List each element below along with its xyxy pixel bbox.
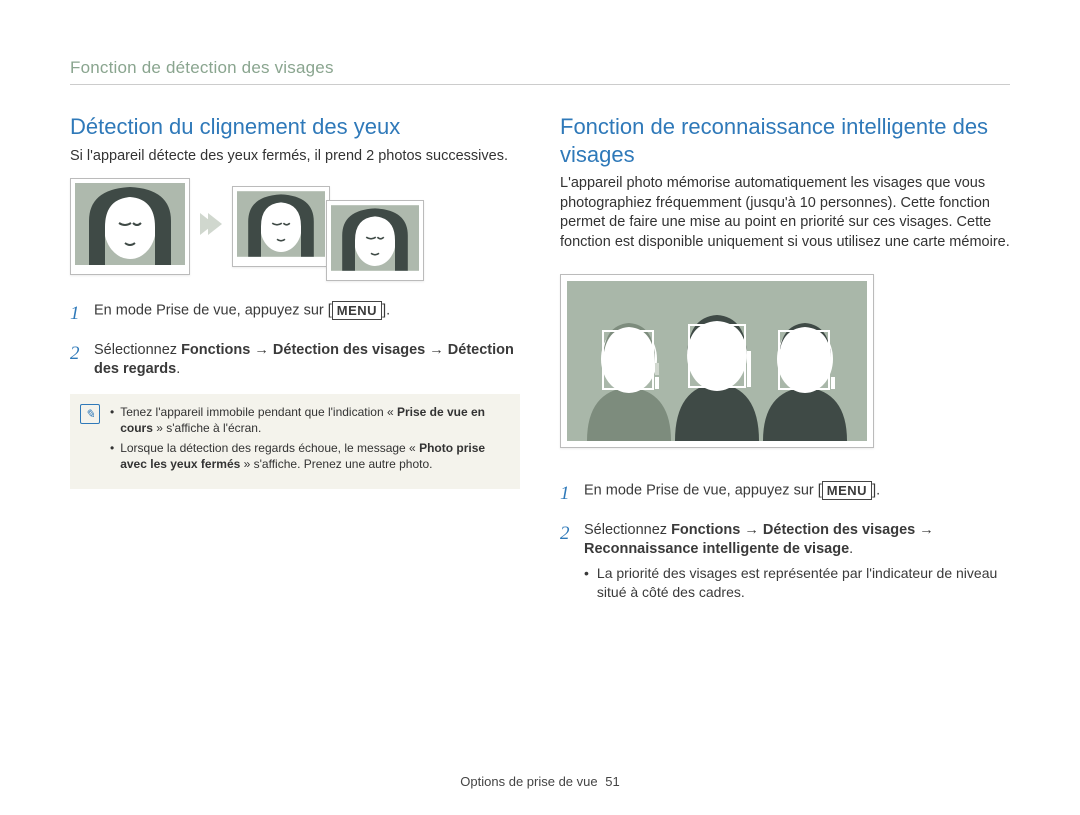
step-number: 2 (560, 521, 574, 616)
step-number: 2 (70, 341, 84, 380)
info-item-1: •Tenez l'appareil immobile pendant que l… (110, 404, 510, 436)
arrow-right-icon (198, 209, 224, 244)
columns: Détection du clignement des yeux Si l'ap… (70, 113, 1010, 630)
info-item-2: •Lorsque la détection des regards échoue… (110, 440, 510, 472)
divider (70, 84, 1010, 85)
step1-suffix: ]. (872, 483, 880, 499)
group-faces-illustration (567, 281, 867, 441)
manual-page: Fonction de détection des visages Détect… (0, 0, 1080, 815)
right-steps: 1 En mode Prise de vue, appuyez sur [MEN… (560, 481, 1010, 616)
section-label: Fonction de détection des visages (70, 58, 1010, 78)
step-number: 1 (70, 301, 84, 327)
right-intro: L'appareil photo mémorise automatiquemen… (560, 174, 1010, 252)
page-footer: Options de prise de vue 51 (0, 774, 1080, 789)
left-step-2: 2 Sélectionnez Fonctions → Détection des… (70, 341, 520, 380)
page-number: 51 (605, 774, 619, 789)
left-steps: 1 En mode Prise de vue, appuyez sur [MEN… (70, 301, 520, 380)
left-intro: Si l'appareil détecte des yeux fermés, i… (70, 147, 520, 167)
right-title: Fonction de reconnaissance intelligente … (560, 113, 1010, 168)
footer-text: Options de prise de vue (460, 774, 597, 789)
info-icon: ✎ (80, 404, 100, 424)
right-step-2: 2 Sélectionnez Fonctions → Détection des… (560, 521, 1010, 616)
right-sub-bullet: •La priorité des visages est représentée… (584, 564, 1010, 602)
blink-burst-photo-1 (232, 186, 330, 267)
left-step2-text: Sélectionnez Fonctions → Détection des v… (94, 341, 520, 380)
info-box: ✎ •Tenez l'appareil immobile pendant que… (70, 394, 520, 489)
step1-prefix: En mode Prise de vue, appuyez sur [ (94, 302, 332, 318)
left-step-1: 1 En mode Prise de vue, appuyez sur [MEN… (70, 301, 520, 327)
step1-suffix: ]. (382, 302, 390, 318)
group-photo (560, 274, 874, 448)
right-column: Fonction de reconnaissance intelligente … (560, 113, 1010, 630)
right-sub-bullets: •La priorité des visages est représentée… (584, 564, 1010, 602)
info-list: •Tenez l'appareil immobile pendant que l… (110, 404, 510, 477)
menu-button: MENU (332, 301, 382, 320)
step-number: 1 (560, 481, 574, 507)
blink-burst-photo-2 (326, 200, 424, 281)
menu-button: MENU (822, 481, 872, 500)
blink-burst (232, 186, 424, 267)
blink-thumbs (70, 178, 520, 275)
blink-single-photo (70, 178, 190, 275)
right-step2-text: Sélectionnez Fonctions → Détection des v… (584, 522, 934, 558)
step1-prefix: En mode Prise de vue, appuyez sur [ (584, 483, 822, 499)
left-title: Détection du clignement des yeux (70, 113, 520, 141)
left-column: Détection du clignement des yeux Si l'ap… (70, 113, 520, 630)
right-step-1: 1 En mode Prise de vue, appuyez sur [MEN… (560, 481, 1010, 507)
